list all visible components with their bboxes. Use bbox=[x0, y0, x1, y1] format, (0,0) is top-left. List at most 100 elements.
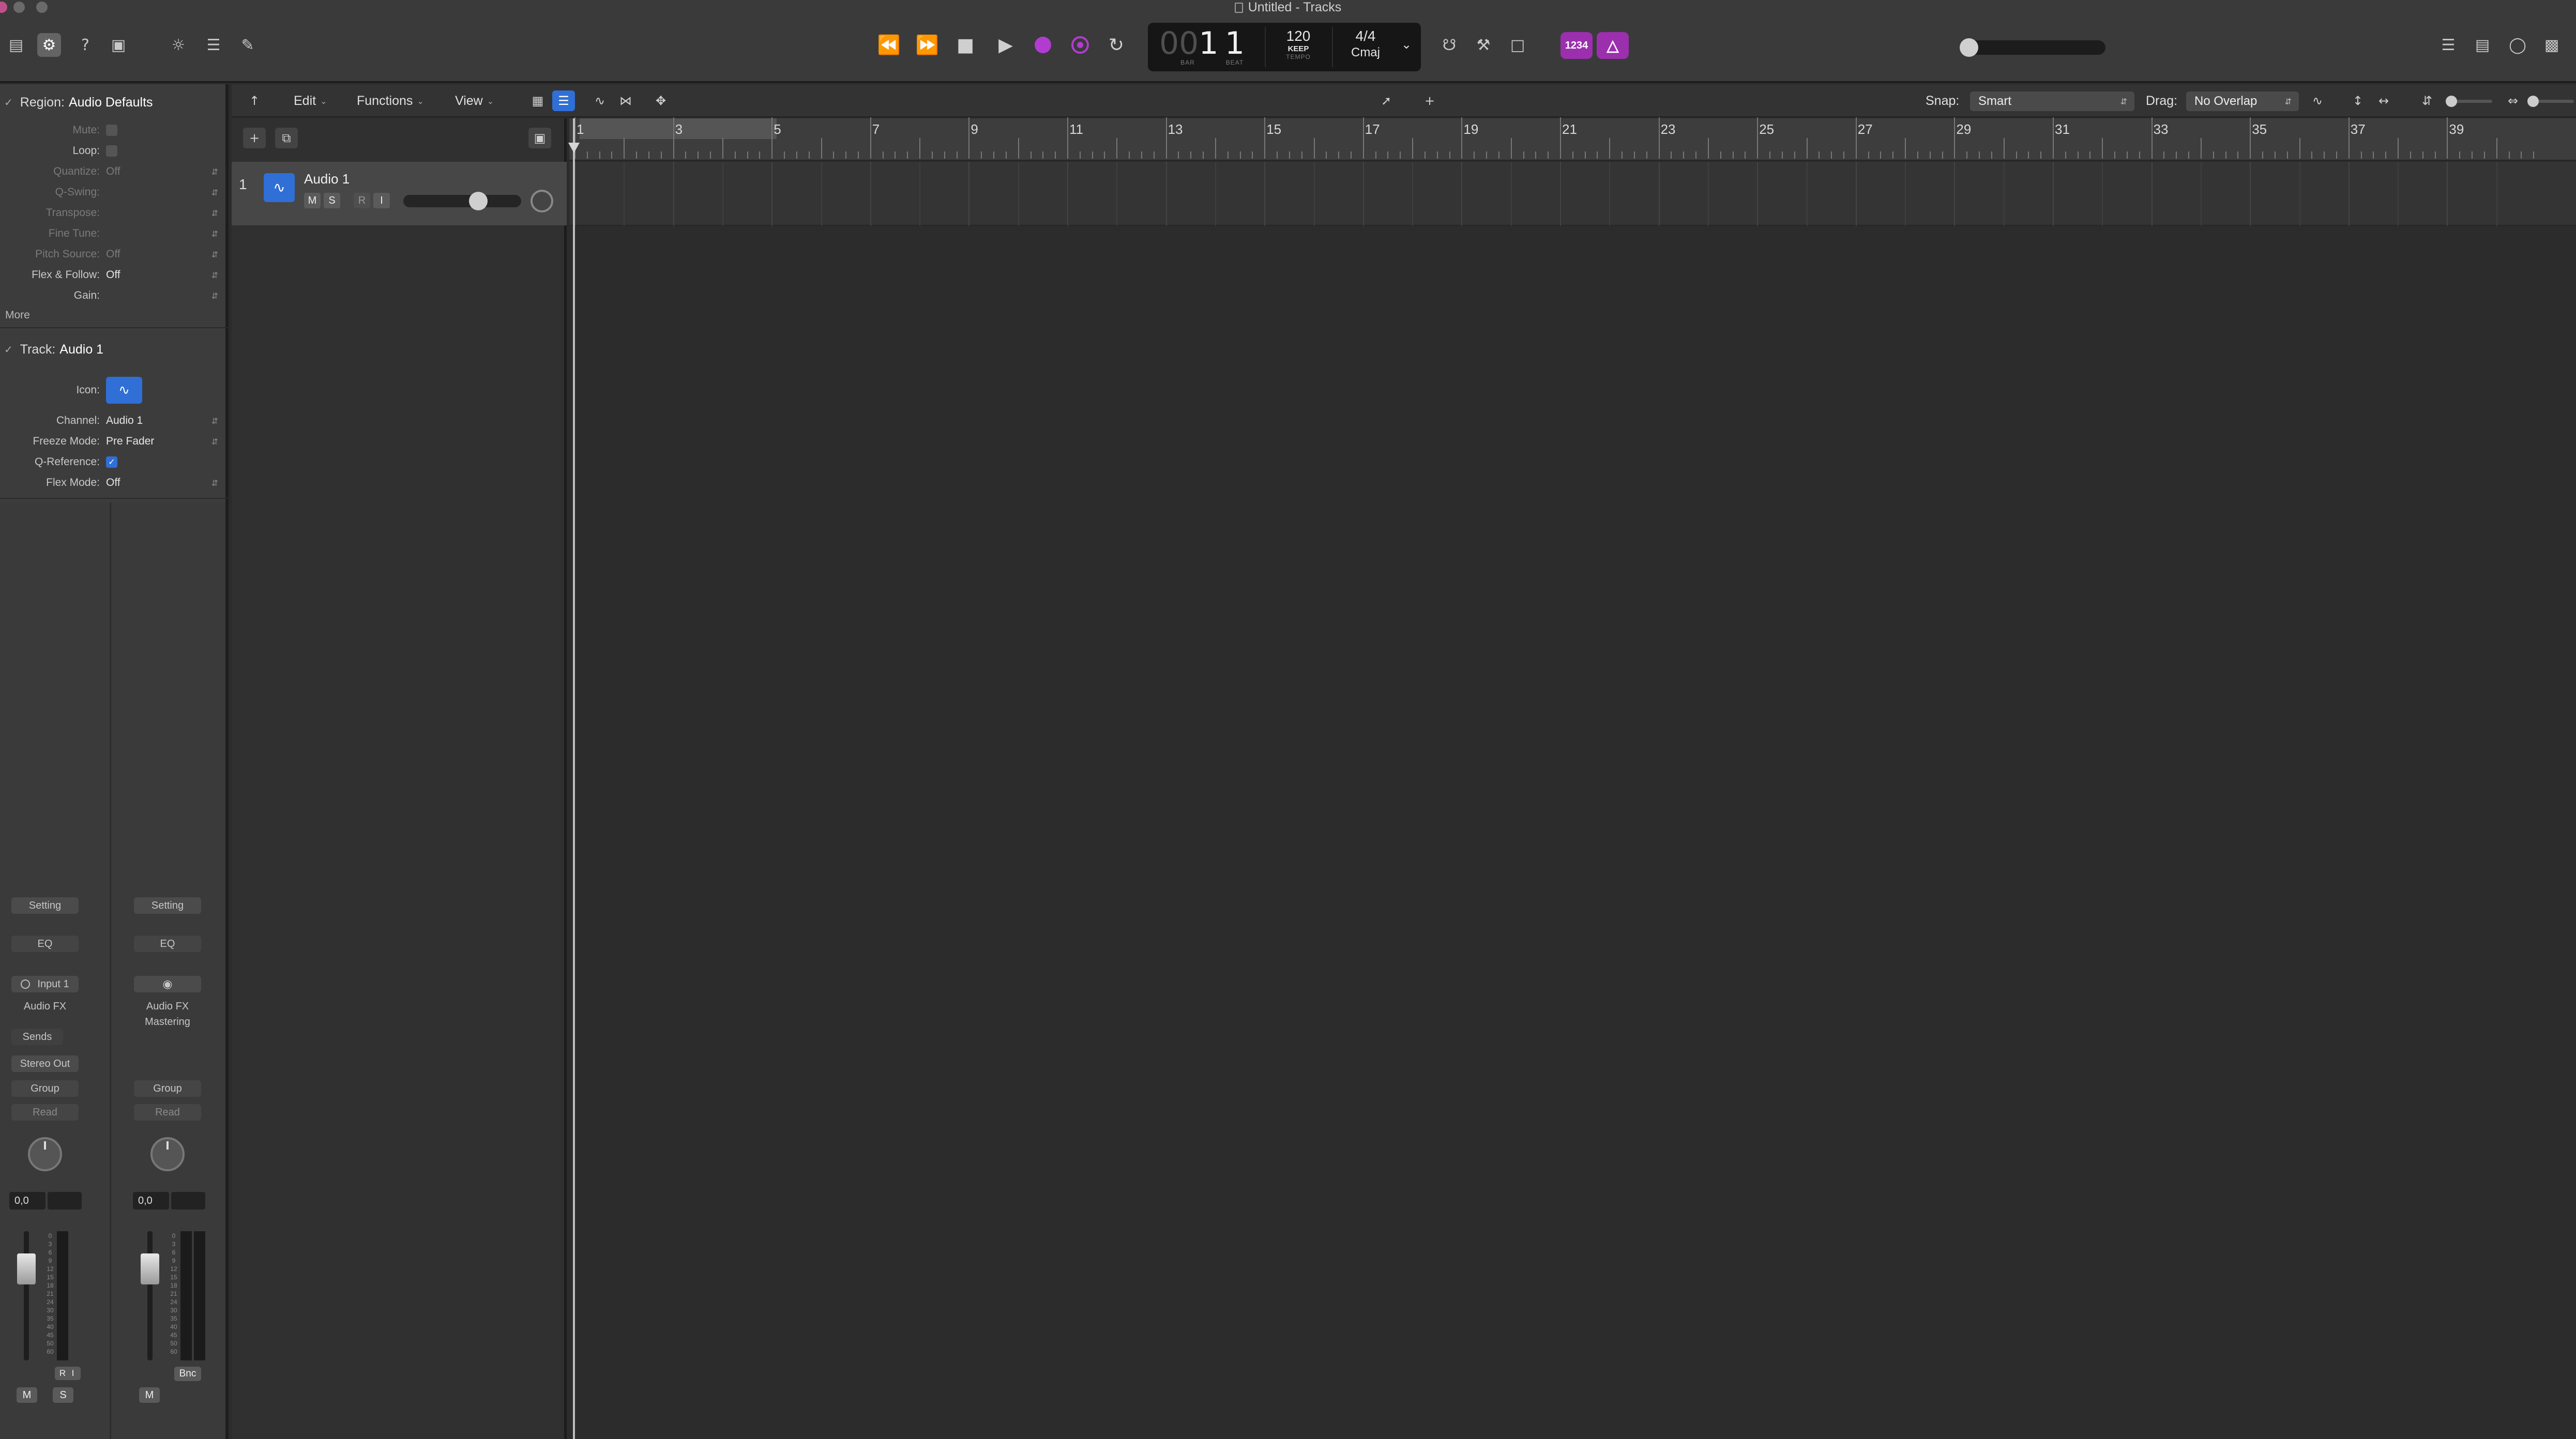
region-param-row[interactable]: Transpose: ⇵ bbox=[0, 203, 229, 223]
waveform-icon[interactable]: ∿ bbox=[106, 377, 142, 404]
duplicate-track-icon[interactable]: ⧉ bbox=[275, 128, 298, 148]
lcd-display[interactable]: 001 BAR 1 BEAT 120 KEEP TEMPO 4/4 Cmaj ⌄ bbox=[1148, 23, 1421, 71]
audio-fx-slot[interactable]: Audio FX bbox=[134, 1001, 201, 1013]
track-record-enable-button[interactable]: R bbox=[354, 193, 370, 208]
track-row-audio-1[interactable]: 1 ∿ Audio 1 M S R I bbox=[232, 162, 567, 225]
vertical-zoom-slider[interactable] bbox=[2446, 96, 2492, 107]
input-monitor-button[interactable]: I bbox=[65, 1367, 81, 1380]
horizontal-zoom-icon[interactable]: ⇔ bbox=[2502, 90, 2524, 111]
region-param-row[interactable]: Mute: bbox=[0, 120, 229, 140]
edit-menu[interactable]: Edit ⌄ bbox=[294, 90, 327, 111]
metronome-button[interactable]: △ bbox=[1597, 32, 1629, 59]
library-icon[interactable]: ▤ bbox=[4, 33, 28, 57]
horizontal-zoom-slider[interactable] bbox=[2527, 96, 2574, 107]
output-slot[interactable]: Stereo Out bbox=[11, 1055, 79, 1072]
mute-button[interactable]: M bbox=[139, 1387, 160, 1403]
volume-fader[interactable] bbox=[17, 1253, 36, 1284]
channel-row[interactable]: Channel: Audio 1 ⇵ bbox=[0, 411, 229, 431]
input-slot[interactable]: Input 1 bbox=[11, 976, 79, 992]
playhead-handle[interactable] bbox=[568, 143, 580, 153]
track-mute-button[interactable]: M bbox=[304, 193, 321, 208]
play-button[interactable]: ▶ bbox=[991, 30, 1021, 60]
view-menu[interactable]: View ⌄ bbox=[455, 90, 494, 111]
group-slot[interactable]: Group bbox=[134, 1080, 201, 1097]
master-volume-knob[interactable] bbox=[1960, 38, 1978, 57]
stop-button[interactable]: ■ bbox=[950, 30, 980, 60]
vertical-zoom-icon[interactable]: ⇵ bbox=[2416, 90, 2438, 111]
track-input-monitor-button[interactable]: I bbox=[373, 193, 390, 208]
region-param-row[interactable]: Pitch Source: Off ⇵ bbox=[0, 244, 229, 264]
catch-playhead-icon[interactable]: ✥ bbox=[649, 90, 672, 111]
track-name[interactable]: Audio 1 bbox=[304, 171, 350, 187]
automation-mode[interactable]: Read bbox=[11, 1104, 79, 1121]
sends-slot[interactable]: Sends bbox=[11, 1029, 63, 1045]
setting-button[interactable]: Setting bbox=[11, 897, 79, 914]
global-tracks-icon[interactable]: ▣ bbox=[528, 128, 551, 148]
region-param-row[interactable]: Fine Tune: ⇵ bbox=[0, 224, 229, 243]
more-disclosure[interactable]: More bbox=[0, 305, 229, 325]
volume-value[interactable]: 0,0 bbox=[9, 1192, 46, 1210]
region-inspector-header[interactable]: ✓ Region: Audio Defaults bbox=[0, 89, 229, 115]
wrench-icon[interactable]: ⚒ bbox=[1472, 33, 1495, 57]
waveform-icon[interactable]: ∿ bbox=[264, 173, 295, 202]
list-editors-icon[interactable]: ☰ bbox=[2436, 33, 2460, 57]
group-slot[interactable]: Group bbox=[11, 1080, 79, 1097]
add-track-icon[interactable]: + bbox=[243, 128, 266, 148]
vertical-fit-icon[interactable]: ↕ bbox=[2346, 90, 2369, 111]
automation-mode[interactable]: Read bbox=[134, 1104, 201, 1121]
track-volume-slider[interactable] bbox=[403, 192, 521, 210]
tracks-area[interactable] bbox=[569, 162, 2576, 1439]
audio-fx-slot[interactable]: Audio FX bbox=[11, 1001, 79, 1013]
lcd-chevron-down-icon[interactable]: ⌄ bbox=[1401, 37, 1412, 52]
browsers-icon[interactable]: ▩ bbox=[2540, 33, 2564, 57]
drag-select[interactable]: No Overlap ⇵ bbox=[2186, 91, 2299, 111]
horizontal-zoom-knob[interactable] bbox=[2527, 96, 2539, 107]
region-param-checkbox[interactable] bbox=[106, 145, 117, 157]
track-lane-audio-1[interactable] bbox=[569, 162, 2576, 226]
count-in-button[interactable]: 1234 bbox=[1560, 32, 1593, 59]
horizontal-fit-icon[interactable]: ↔ bbox=[2372, 90, 2395, 111]
loop-browser-icon[interactable]: ◯ bbox=[2506, 33, 2529, 57]
record-button[interactable] bbox=[1028, 30, 1058, 60]
vertical-zoom-knob[interactable] bbox=[2446, 96, 2457, 107]
eq-button[interactable]: EQ bbox=[11, 936, 79, 952]
tuner-icon[interactable]: ☋ bbox=[1437, 33, 1461, 57]
secondary-tool-icon[interactable]: + bbox=[1412, 90, 1448, 111]
region-param-row[interactable]: Gain: ⇵ bbox=[0, 286, 229, 305]
cycle-button[interactable]: ↻ bbox=[1101, 30, 1131, 60]
setting-button[interactable]: Setting bbox=[134, 897, 201, 914]
playhead[interactable] bbox=[573, 118, 575, 1439]
volume-fader[interactable] bbox=[141, 1253, 159, 1284]
volume-value[interactable]: 0,0 bbox=[133, 1192, 169, 1210]
eq-button[interactable]: EQ bbox=[134, 936, 201, 952]
pan-knob[interactable] bbox=[150, 1137, 185, 1171]
mixer-icon[interactable]: ☰ bbox=[202, 33, 225, 57]
back-arrow-icon[interactable]: ↑ bbox=[243, 90, 266, 111]
mute-button[interactable]: M bbox=[17, 1387, 37, 1403]
automation-icon[interactable]: ∿ bbox=[588, 90, 611, 111]
lcd-signature[interactable]: 4/4 Cmaj bbox=[1337, 28, 1394, 67]
snap-select[interactable]: Smart ⇵ bbox=[1970, 91, 2134, 111]
link-icon[interactable]: ◉ bbox=[134, 976, 201, 992]
track-pan-knob[interactable] bbox=[531, 190, 553, 212]
region-param-row[interactable]: Quantize: Off ⇵ bbox=[0, 162, 229, 181]
track-inspector-header[interactable]: ✓ Track: Audio 1 bbox=[0, 336, 229, 362]
smart-controls-icon[interactable]: ☼ bbox=[166, 33, 190, 57]
pointer-tool-icon[interactable]: ➚ bbox=[1368, 90, 1404, 111]
track-volume-knob[interactable] bbox=[469, 192, 488, 210]
q-reference-checkbox[interactable]: ✓ bbox=[106, 456, 117, 468]
region-param-row[interactable]: Flex & Follow: Off ⇵ bbox=[0, 265, 229, 285]
lcd-tempo[interactable]: 120 KEEP TEMPO bbox=[1270, 28, 1327, 67]
fast-forward-button[interactable]: ⏩ bbox=[912, 30, 942, 60]
bounce-button[interactable]: Bnc bbox=[174, 1367, 201, 1381]
bar-ruler[interactable]: 1 3 5 7 9 11 13 15 17 19 21 23 25 27 29 31 33 35 37 39 bbox=[569, 117, 2576, 161]
editors-icon[interactable]: ✎ bbox=[236, 33, 260, 57]
input-format-icon[interactable] bbox=[21, 979, 31, 989]
pan-knob[interactable] bbox=[28, 1137, 62, 1171]
solo-mode-icon[interactable]: □ bbox=[1506, 33, 1529, 57]
toolbar-toggle-icon[interactable]: ▣ bbox=[107, 33, 130, 57]
functions-menu[interactable]: Functions ⌄ bbox=[357, 90, 424, 111]
region-param-row[interactable]: Q-Swing: ⇵ bbox=[0, 182, 229, 202]
region-param-row[interactable]: Loop: bbox=[0, 141, 229, 161]
quick-help-icon[interactable]: ? bbox=[73, 33, 97, 57]
